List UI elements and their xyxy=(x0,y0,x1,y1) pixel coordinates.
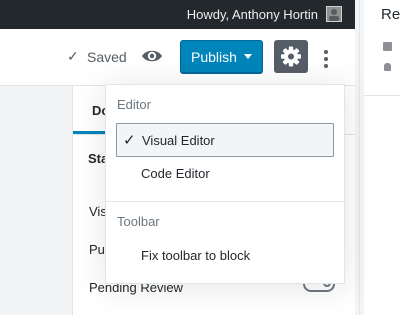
howdy-user-link[interactable]: Howdy, Anthony Hortin xyxy=(187,7,318,22)
editor-header: ✓ Saved Publish xyxy=(0,29,355,86)
adjacent-panel: Re xyxy=(364,0,400,315)
menu-item-fix-toolbar[interactable]: Fix toolbar to block xyxy=(116,239,334,273)
panel-divider xyxy=(355,0,364,315)
admin-bar: Howdy, Anthony Hortin xyxy=(0,0,355,29)
publish-date-label: Pu xyxy=(89,242,105,257)
adjacent-panel-title: Re xyxy=(381,6,400,23)
more-tools-menu: Editor ✓ Visual Editor Code Editor Toolb… xyxy=(105,84,345,284)
menu-item-label: Visual Editor xyxy=(142,133,215,148)
saved-label: Saved xyxy=(87,49,127,65)
preview-button[interactable] xyxy=(138,45,166,67)
caret-down-icon xyxy=(244,54,252,59)
eye-icon xyxy=(142,50,162,62)
gear-icon xyxy=(281,46,301,67)
check-icon: ✓ xyxy=(123,132,136,149)
menu-item-label: Code Editor xyxy=(141,166,210,181)
avatar[interactable] xyxy=(326,6,342,22)
menu-group-editor: Editor xyxy=(117,97,151,112)
publish-label: Publish xyxy=(191,49,237,65)
menu-item-code-editor[interactable]: Code Editor xyxy=(116,157,334,191)
menu-group-toolbar: Toolbar xyxy=(117,214,160,229)
check-icon: ✓ xyxy=(67,48,79,64)
divider xyxy=(364,95,400,96)
avatar-silhouette-icon xyxy=(329,9,339,21)
settings-button[interactable] xyxy=(274,40,308,73)
menu-separator xyxy=(106,201,344,202)
editor-canvas xyxy=(0,86,72,315)
user-icon xyxy=(384,63,391,71)
menu-item-label: Fix toolbar to block xyxy=(141,248,251,263)
checkbox-icon xyxy=(383,42,392,51)
more-tools-button[interactable] xyxy=(318,42,334,72)
publish-button[interactable]: Publish xyxy=(180,40,263,73)
menu-item-visual-editor[interactable]: ✓ Visual Editor xyxy=(116,123,334,157)
